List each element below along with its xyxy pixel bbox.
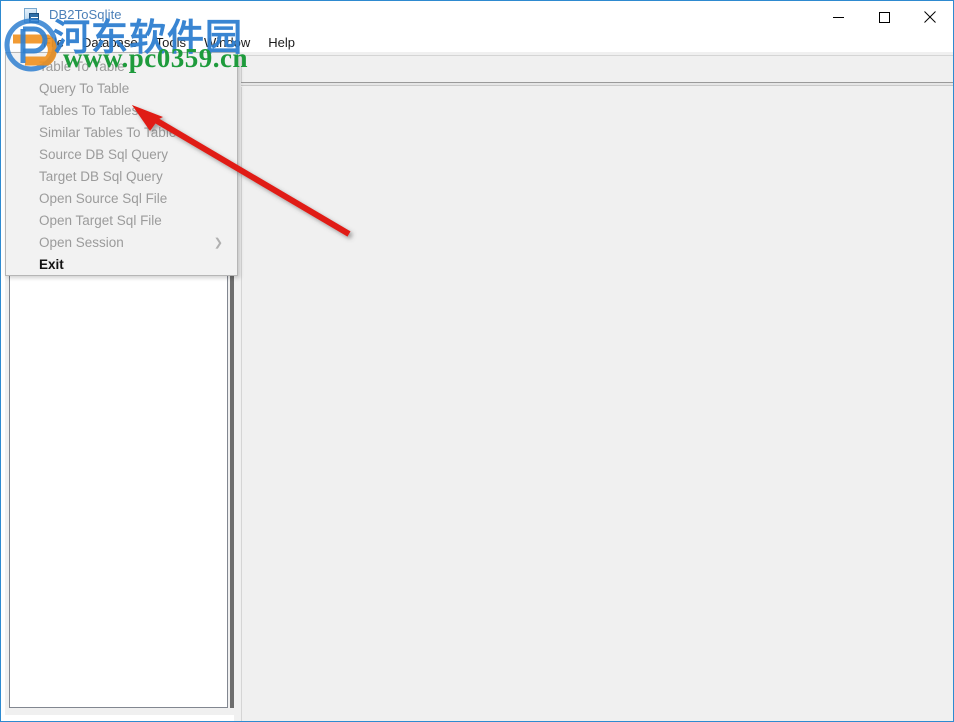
application-window: DB2ToSqlite File Database Tools Window H… [0, 0, 954, 722]
menu-item-exit[interactable]: Exit [6, 254, 237, 276]
workspace-toolbar[interactable] [241, 55, 953, 82]
maximize-button[interactable] [861, 1, 907, 33]
menu-item-label: Tables To Tables [39, 103, 139, 118]
menu-item-label: Query To Table [39, 81, 130, 96]
window-controls [815, 1, 953, 33]
close-button[interactable] [907, 1, 953, 33]
menu-item-label: Similar Tables To Table [39, 125, 177, 140]
menubar-item-file[interactable]: File [34, 33, 73, 52]
close-icon [924, 11, 936, 23]
workspace-area [234, 52, 953, 721]
menu-item-target-db-sql-query[interactable]: Target DB Sql Query [6, 166, 237, 188]
menu-item-similar-tables-to-table[interactable]: Similar Tables To Table [6, 122, 237, 144]
menu-item-label: Open Source Sql File [39, 191, 168, 206]
file-dropdown-menu: Table To Table Query To Table Tables To … [5, 52, 238, 276]
app-icon [23, 7, 40, 24]
menu-item-table-to-table[interactable]: Table To Table [6, 56, 237, 78]
menu-item-query-to-table[interactable]: Query To Table [6, 78, 237, 100]
minimize-button[interactable] [815, 1, 861, 33]
menu-item-label: Open Session [39, 235, 124, 250]
maximize-icon [878, 11, 890, 23]
mdi-client-area[interactable] [241, 87, 953, 721]
menu-item-label: Target DB Sql Query [39, 169, 163, 184]
menu-item-label: Exit [39, 257, 64, 272]
chevron-right-icon: ❯ [213, 237, 223, 249]
menu-item-open-session[interactable]: Open Session ❯ [6, 232, 237, 254]
menubar-item-help[interactable]: Help [259, 33, 304, 52]
menu-item-tables-to-tables[interactable]: Tables To Tables [6, 100, 237, 122]
menu-bar: File Database Tools Window Help [1, 33, 953, 52]
menu-item-label: Table To Table [39, 59, 125, 74]
menubar-item-window[interactable]: Window [195, 33, 259, 52]
menu-item-label: Source DB Sql Query [39, 147, 169, 162]
menubar-item-tools[interactable]: Tools [147, 33, 195, 52]
menu-item-open-source-sql-file[interactable]: Open Source Sql File [6, 188, 237, 210]
menu-item-open-target-sql-file[interactable]: Open Target Sql File [6, 210, 237, 232]
menubar-item-database[interactable]: Database [73, 33, 147, 52]
title-bar: DB2ToSqlite [1, 1, 953, 33]
workspace-toolbar-separator [241, 82, 953, 86]
menu-item-label: Open Target Sql File [39, 213, 162, 228]
window-title: DB2ToSqlite [49, 7, 122, 22]
menu-item-source-db-sql-query[interactable]: Source DB Sql Query [6, 144, 237, 166]
minimize-icon [832, 16, 844, 18]
